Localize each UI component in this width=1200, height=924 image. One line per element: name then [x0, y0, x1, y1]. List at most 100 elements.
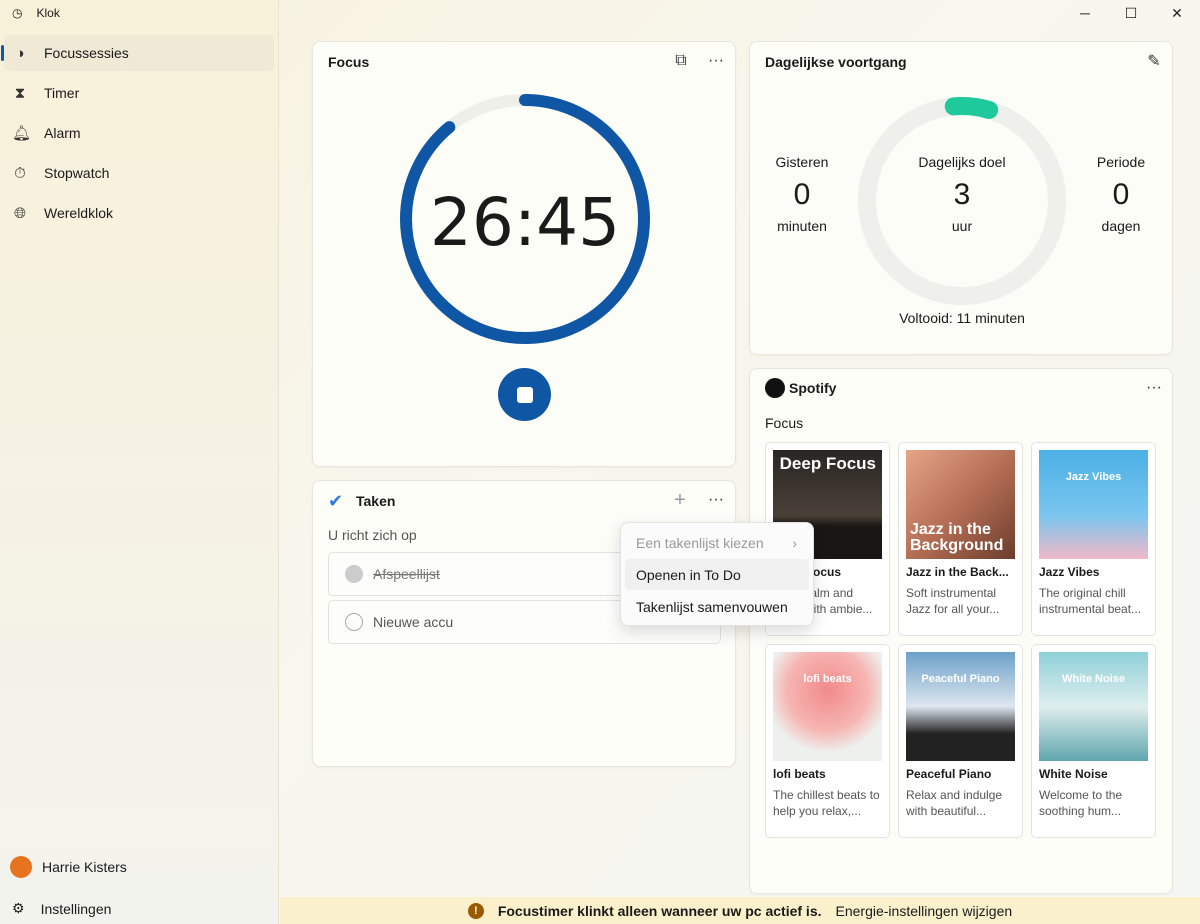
label: Periode — [1096, 154, 1146, 170]
banner-message: Focustimer klinkt alleen wanneer uw pc a… — [497, 902, 822, 919]
label: Dagelijks doel — [918, 154, 1006, 170]
todo-check-icon: ✔ — [328, 491, 344, 511]
warning-icon: ! — [467, 902, 484, 919]
label: Openen in To Do — [636, 566, 741, 583]
clock-app-icon: ◷ — [12, 6, 23, 20]
more-options-icon[interactable]: ··· — [702, 486, 730, 514]
yesterday-stat: Gisteren 0 minuten — [752, 154, 852, 234]
playlist-card[interactable]: White Noise White Noise Welcome to the s… — [1031, 644, 1156, 838]
focus-card: Focus ⧉ ··· 26:45 — [312, 41, 736, 467]
value: 3 — [953, 178, 971, 211]
gear-icon: ⚙ — [12, 900, 25, 916]
task-label: Nieuwe accu — [373, 614, 454, 630]
card-title: Taken — [356, 493, 396, 509]
cover-text: Peaceful Piano — [921, 673, 1000, 685]
settings-button[interactable]: ⚙ Instellingen — [12, 900, 111, 917]
nav: ◑ Focussessies ⧗ Timer 🔔︎ Alarm ⏱︎ Stopwatch… — [1, 35, 274, 235]
unit: dagen — [1101, 218, 1141, 234]
playlist-title: Jazz in the Back... — [906, 565, 1009, 579]
playlist-cover: lofi beats — [773, 652, 882, 761]
label: Een takenlijst kiezen — [636, 534, 764, 551]
label: Focussessies — [44, 45, 129, 61]
sidebar-item-timer[interactable]: ⧗ Timer — [4, 75, 274, 111]
playlist-title: White Noise — [1039, 767, 1108, 781]
menu-item-open-in-todo[interactable]: Openen in To Do — [625, 559, 809, 590]
label: Timer — [44, 85, 80, 101]
playlist-description: The chillest beats to help you relax,... — [773, 788, 880, 818]
playlist-card[interactable]: Peaceful Piano Peaceful Piano Relax and … — [898, 644, 1023, 838]
tasks-subtitle: U richt zich op — [328, 527, 417, 543]
playlist-description: The original chill instrumental beat... — [1039, 586, 1142, 616]
playlist-cover: Peaceful Piano — [906, 652, 1015, 761]
more-options-icon[interactable]: ··· — [1140, 374, 1168, 402]
goal-stat: Dagelijks doel 3 uur — [902, 154, 1022, 234]
period-stat: Periode 0 dagen — [1071, 154, 1171, 234]
checked-checkbox[interactable] — [345, 565, 363, 583]
minimize-button[interactable]: ─ — [1062, 0, 1108, 26]
brand: Spotify — [789, 380, 837, 396]
stopwatch-icon: ⏱︎ — [14, 164, 26, 182]
daily-progress-card: Dagelijkse voortgang ✎ Gisteren 0 minuten … — [749, 41, 1173, 355]
timer-display: 26:45 — [429, 184, 621, 261]
menu-item-choose-list[interactable]: Een takenlijst kiezen › — [625, 527, 809, 558]
playlist-description: Soft instrumental Jazz for all your... — [906, 586, 1000, 616]
cover-text: Jazz Vibes — [1065, 471, 1122, 483]
playlist-title: Jazz Vibes — [1039, 565, 1100, 579]
menu-item-collapse-list[interactable]: Takenlijst samenvouwen — [625, 591, 809, 622]
cover-text: Deep Focus — [779, 454, 876, 473]
stop-icon — [516, 386, 533, 403]
app-title-text: Klok — [36, 6, 60, 20]
cover-text: Jazz in the Background — [910, 521, 1004, 554]
spotify-logo: Spotify — [765, 378, 836, 398]
avatar — [10, 856, 32, 878]
playlist-title: Peaceful Piano — [906, 767, 992, 781]
user-account[interactable]: Harrie Kisters — [10, 856, 127, 878]
playlist-title: lofi beats — [773, 767, 826, 781]
close-button[interactable]: ✕ — [1154, 0, 1200, 26]
sidebar-item-alarm[interactable]: 🔔︎ Alarm — [4, 115, 274, 151]
stop-button[interactable] — [498, 368, 551, 421]
maximize-button[interactable]: ☐ — [1108, 0, 1154, 26]
sidebar-item-stopwatch[interactable]: ⏱︎ Stopwatch — [4, 155, 274, 191]
sidebar-item-focussessies[interactable]: ◑ Focussessies — [1, 35, 274, 71]
window-controls: ─ ☐ ✕ — [1062, 0, 1200, 26]
app-title: ◷ Klok — [12, 6, 60, 20]
value: 0 — [1112, 178, 1130, 211]
spotify-icon — [765, 378, 785, 398]
context-menu: Een takenlijst kiezen › Openen in To Do T… — [620, 522, 814, 626]
value: 0 — [793, 178, 811, 211]
globe-icon: 🌐︎ — [13, 204, 26, 222]
section-title: Focus — [765, 415, 804, 431]
completed-text: Voltooid: 11 minuten — [899, 310, 1025, 326]
playlist-cover: Jazz in the Background — [906, 450, 1015, 559]
playlist-card[interactable]: lofi beats lofi beats The chillest beats… — [765, 644, 890, 838]
playlist-description: Relax and indulge with beautiful... — [906, 788, 1003, 818]
cover-text: White Noise — [1062, 673, 1125, 685]
label: Takenlijst samenvouwen — [636, 598, 788, 615]
label: Alarm — [44, 125, 81, 141]
sidebar-item-wereldklok[interactable]: 🌐︎ Wereldklok — [4, 195, 274, 231]
chevron-right-icon: › — [792, 534, 797, 551]
sidebar: ◷ Klok ◑ Focussessies ⧗ Timer 🔔︎ Alarm ⏱︎ Sto… — [0, 0, 279, 924]
label: Wereldklok — [44, 205, 113, 221]
add-task-icon[interactable]: + — [666, 486, 694, 514]
checkbox[interactable] — [345, 613, 363, 631]
unit: uur — [951, 218, 973, 234]
task-label: Afspeellijst — [373, 566, 440, 582]
unit: minuten — [777, 218, 827, 234]
warning-banner: ! Focustimer klinkt alleen wanneer uw pc… — [280, 897, 1200, 924]
label: Gisteren — [775, 154, 829, 170]
playlist-cover: Jazz Vibes — [1039, 450, 1148, 559]
cover-text: lofi beats — [803, 673, 852, 685]
bell-icon: 🔔︎ — [12, 125, 32, 142]
hourglass-icon: ⧗ — [14, 84, 26, 102]
playlist-card[interactable]: Jazz in the Background Jazz in the Back.… — [898, 442, 1023, 636]
focus-icon: ◑ — [15, 44, 25, 62]
playlist-description: Welcome to the soothing hum... — [1039, 788, 1123, 818]
user-name: Harrie Kisters — [42, 859, 127, 875]
spotify-card: Spotify ··· Focus Deep Focus Deep Focus … — [749, 368, 1173, 894]
settings-label: Instellingen — [40, 900, 112, 917]
energy-settings-link[interactable]: Energie-instellingen wijzigen — [836, 903, 1013, 919]
playlist-card[interactable]: Jazz Vibes Jazz Vibes The original chill… — [1031, 442, 1156, 636]
playlist-cover: White Noise — [1039, 652, 1148, 761]
